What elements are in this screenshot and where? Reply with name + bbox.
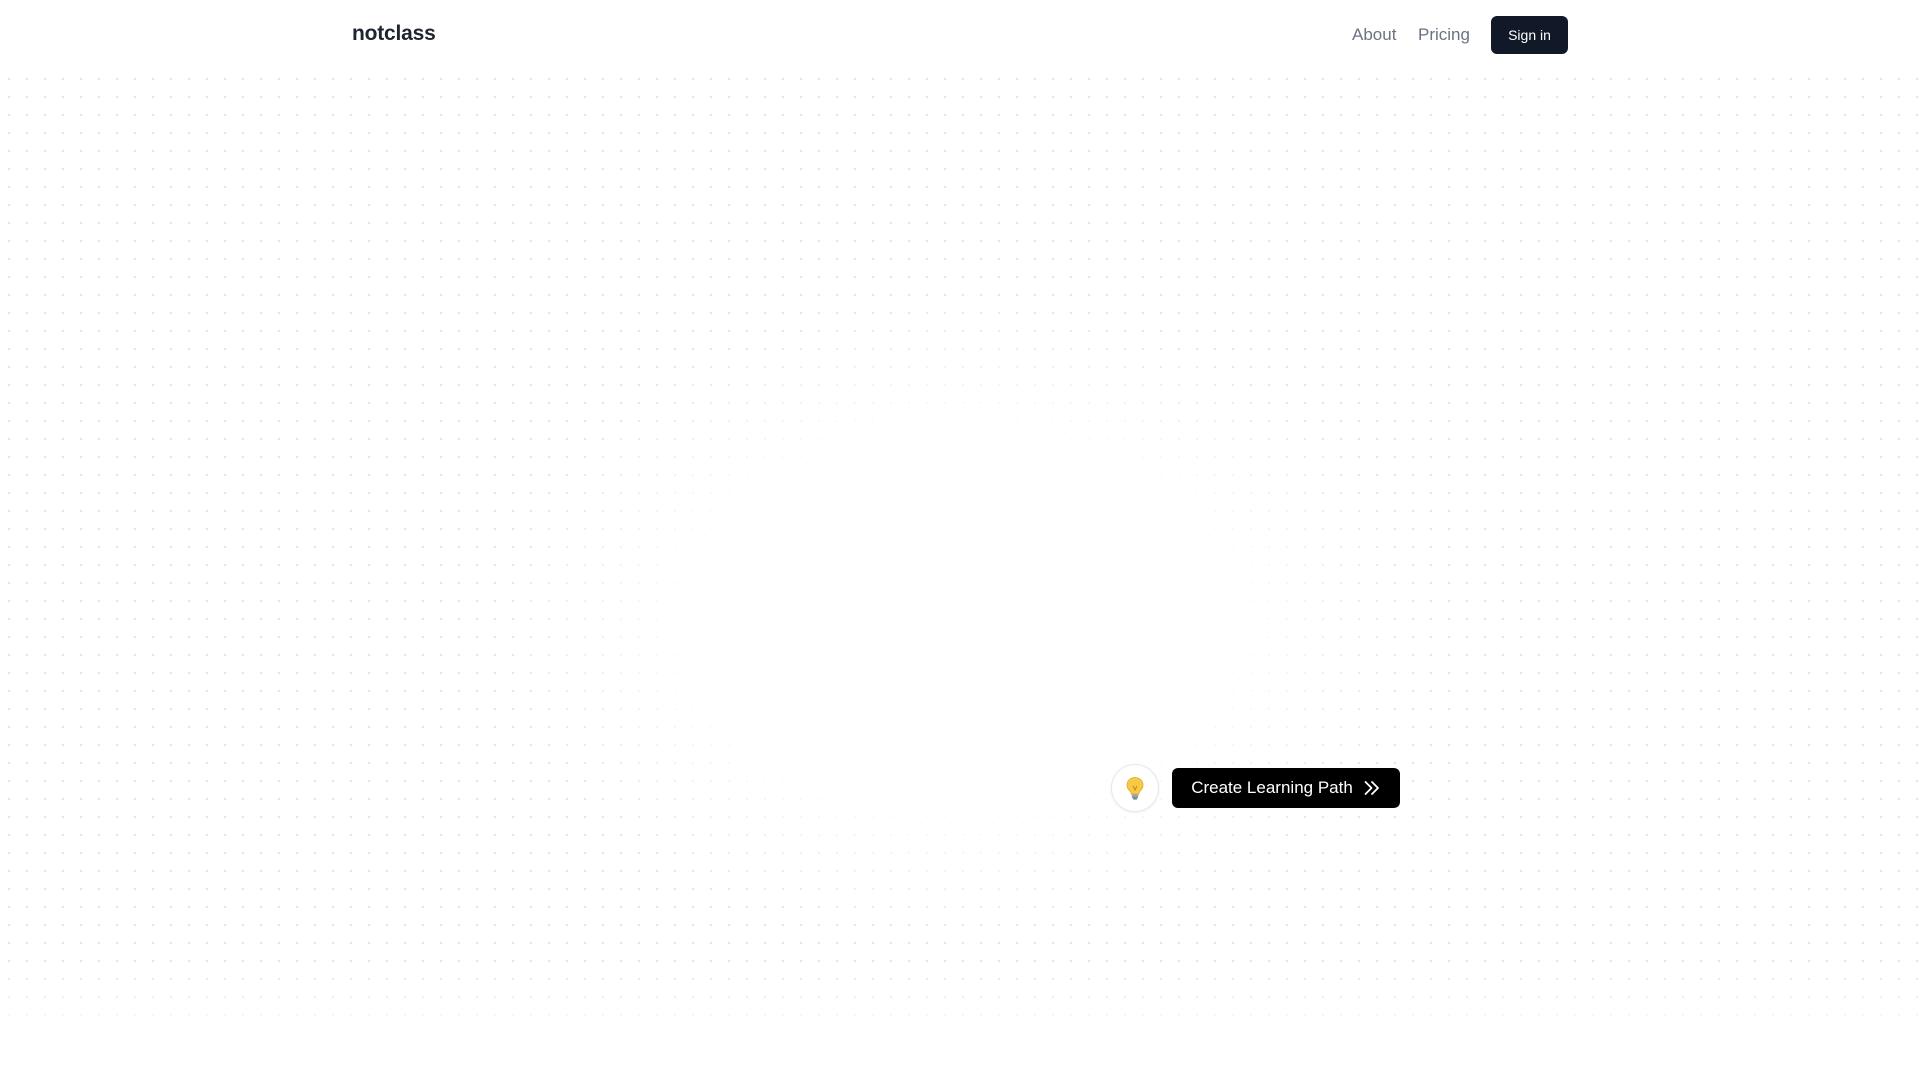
background-center-fade: [0, 70, 1920, 1030]
brand-logo[interactable]: notclass: [352, 22, 436, 46]
nav-about-link[interactable]: About: [1352, 25, 1396, 45]
nav-pricing-link[interactable]: Pricing: [1418, 25, 1470, 45]
background-bottom-fade: [0, 960, 1920, 1080]
top-header: notclass About Pricing Sign in: [0, 0, 1920, 70]
lightbulb-icon: [1126, 777, 1144, 800]
double-chevron-right-icon: [1364, 781, 1379, 795]
create-learning-path-label: Create Learning Path: [1191, 778, 1353, 797]
landing-page: notclass About Pricing Sign in Create Le…: [0, 0, 1920, 1080]
idea-suggestion-button[interactable]: [1111, 764, 1159, 812]
sign-in-button[interactable]: Sign in: [1491, 16, 1568, 54]
create-learning-path-button[interactable]: Create Learning Path: [1172, 768, 1400, 808]
